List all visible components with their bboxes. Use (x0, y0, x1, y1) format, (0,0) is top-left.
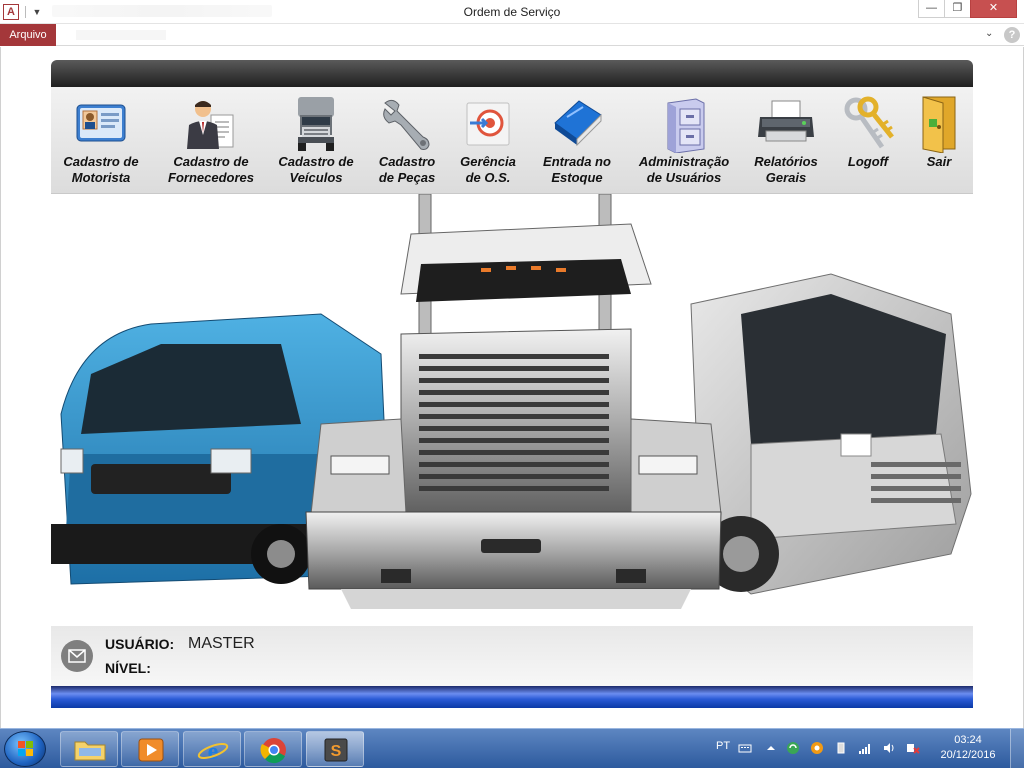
book-icon (547, 95, 607, 153)
window-title: Ordem de Serviço (463, 5, 561, 19)
menu-toolbar: Cadastro de Motorista Cadastro de Fornec… (51, 87, 973, 194)
network-alert-icon[interactable] (906, 741, 920, 755)
form-footer-bar (51, 686, 973, 708)
help-icon[interactable]: ? (1004, 27, 1020, 43)
clock-time: 03:24 (954, 734, 982, 746)
ribbon-collapse-icon[interactable]: ⌄ (985, 28, 993, 39)
keys-icon (838, 95, 898, 153)
chrome-icon (260, 738, 286, 764)
taskbar-internet-explorer-button[interactable]: e (183, 731, 241, 767)
silver-truck-graphic (690, 273, 972, 595)
taskbar-media-player-button[interactable] (121, 731, 179, 767)
show-hidden-icons-icon[interactable] (764, 741, 778, 755)
menu-cadastro-pecas[interactable]: Cadastro de Peças (373, 95, 441, 191)
media-player-icon (138, 738, 164, 762)
language-indicator[interactable]: PT (716, 740, 730, 752)
target-icon (458, 95, 518, 153)
sublime-like-icon: S (324, 738, 348, 762)
internet-explorer-icon: e (197, 739, 229, 765)
level-label: NÍVEL: (105, 660, 151, 676)
menu-label-line2: Motorista (71, 170, 131, 185)
menu-administracao-usuarios[interactable]: Administração de Usuários (635, 95, 733, 191)
minimize-button[interactable]: — (918, 0, 945, 18)
door-icon (909, 95, 969, 154)
menu-cadastro-motorista[interactable]: Cadastro de Motorista (55, 95, 147, 191)
menu-cadastro-fornecedores[interactable]: Cadastro de Fornecedores (163, 95, 259, 191)
menu-label-line1: Administração (638, 154, 730, 169)
taskbar-access-button[interactable]: S (306, 731, 364, 767)
menu-label-line2: Fornecedores (168, 170, 254, 185)
taskbar-chrome-button[interactable] (244, 731, 302, 767)
menu-label-line2: Gerais (765, 170, 807, 185)
menu-label-line1: Cadastro de (173, 154, 249, 169)
antivirus-icon[interactable] (810, 741, 824, 755)
menu-relatorios-gerais[interactable]: Relatórios Gerais (747, 95, 825, 191)
menu-logoff[interactable]: Logoff (837, 95, 899, 191)
businessman-icon (181, 95, 241, 153)
filing-cabinet-icon (654, 95, 714, 154)
menu-label-line1: Relatórios (754, 154, 818, 169)
menu-label-line2: Veículos (289, 170, 343, 185)
menu-label-line2: de O.S. (465, 170, 511, 185)
form-header (51, 60, 973, 87)
menu-label-line2: de Peças (378, 170, 436, 185)
user-value: MASTER (188, 635, 255, 652)
device-icon[interactable] (834, 741, 848, 755)
system-tray: PT 03:24 20/12/2016 (706, 729, 1024, 769)
clock-date: 20/12/2016 (940, 749, 996, 761)
window-titlebar: A ▼ Ordem de Serviço — ❐ ✕ (0, 0, 1024, 24)
id-card-icon (71, 95, 131, 153)
menu-label-line1: Cadastro (378, 154, 436, 169)
menu-label-line1: Sair (926, 154, 952, 169)
menu-label-line1: Entrada no (543, 154, 611, 169)
user-info-panel: USUÁRIO: MASTER NÍVEL: (51, 626, 973, 686)
file-tab[interactable]: Arquivo (0, 24, 56, 46)
menu-label-line1: Gerência (460, 154, 516, 169)
show-desktop-button[interactable] (1010, 729, 1024, 769)
svg-text:e: e (208, 739, 219, 765)
keyboard-icon[interactable] (738, 741, 752, 755)
taskbar-explorer-button[interactable] (60, 731, 118, 767)
windows-logo-icon (18, 741, 33, 756)
menu-label-line2: Estoque (551, 170, 603, 185)
menu-sair[interactable]: Sair (909, 95, 969, 191)
menu-entrada-estoque[interactable]: Entrada no Estoque (535, 95, 619, 191)
windows-taskbar: e S PT 03:24 20/12/2016 (0, 728, 1024, 769)
close-button[interactable]: ✕ (970, 0, 1017, 18)
start-button[interactable] (4, 731, 46, 767)
folder-icon (74, 741, 106, 761)
svg-text:S: S (331, 743, 342, 760)
printer-icon (756, 95, 816, 153)
ribbon-bar: Arquivo ⌄ ? (0, 24, 1024, 46)
restore-button[interactable]: ❐ (944, 0, 971, 18)
signal-icon[interactable] (858, 741, 872, 755)
menu-label-line2: de Usuários (646, 170, 722, 185)
sync-icon[interactable] (786, 741, 800, 755)
ribbon-tabs (76, 30, 166, 40)
menu-label-line1: Cadastro de (63, 154, 139, 169)
menu-cadastro-veiculos[interactable]: Cadastro de Veículos (273, 95, 359, 191)
envelope-icon (61, 640, 93, 672)
wrench-icon (377, 95, 437, 153)
menu-label-line1: Logoff (847, 154, 889, 169)
truck-icon (286, 95, 346, 153)
volume-icon[interactable] (882, 741, 896, 755)
trucks-banner-image (51, 194, 973, 626)
menu-gerencia-os[interactable]: Gerência de O.S. (453, 95, 523, 191)
user-label: USUÁRIO: (105, 636, 175, 652)
menu-label-line1: Cadastro de (278, 154, 354, 169)
system-clock[interactable]: 03:24 20/12/2016 (938, 733, 998, 763)
main-form: Cadastro de Motorista Cadastro de Fornec… (51, 60, 973, 708)
